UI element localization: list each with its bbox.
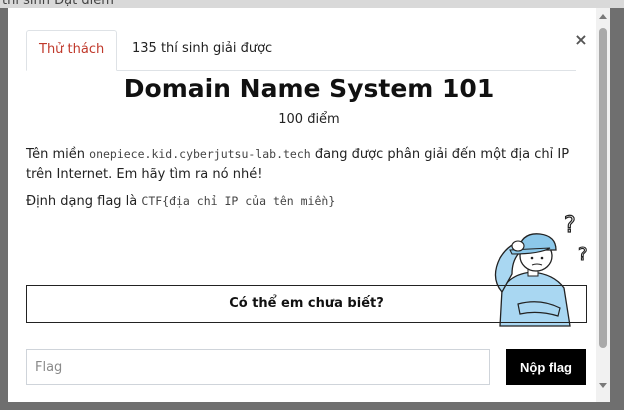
hint-button[interactable]: Có thể em chưa biết? <box>26 285 587 323</box>
scroll-down-icon[interactable] <box>599 383 607 388</box>
question-mark-icon: ? <box>578 244 588 265</box>
flag-format-code: CTF{địa chỉ IP của tên miền} <box>141 194 336 208</box>
challenge-title: Domain Name System 101 <box>123 74 495 103</box>
scroll-up-icon[interactable] <box>599 14 607 19</box>
description-prefix: Tên miền <box>26 147 90 162</box>
modal-tabs: Thử thách 135 thí sinh giải được <box>26 30 576 71</box>
submit-flag-button[interactable]: Nộp flag <box>506 349 586 385</box>
question-mark-icon: ? <box>564 213 576 238</box>
background-page-strip: thí sinh Đạt điểm <box>0 0 624 8</box>
challenge-points: 100 điểm <box>278 112 340 127</box>
flag-input[interactable] <box>26 349 490 385</box>
tab-challenge[interactable]: Thử thách <box>26 30 118 71</box>
tab-solvers[interactable]: 135 thí sinh giải được <box>120 30 284 69</box>
challenge-description: Tên miền onepiece.kid.cyberjutsu-lab.tec… <box>26 144 571 185</box>
scrollbar-thumb[interactable] <box>599 28 607 348</box>
flag-format: Định dạng flag là CTF{địa chỉ IP của tên… <box>26 194 335 209</box>
modal-scrollbar[interactable] <box>596 8 610 402</box>
challenge-modal: × Thử thách 135 thí sinh giải được Domai… <box>8 8 610 402</box>
flag-format-prefix: Định dạng flag là <box>26 194 142 209</box>
challenge-domain: onepiece.kid.cyberjutsu-lab.tech <box>89 147 311 161</box>
background-page-text: thí sinh Đạt điểm <box>2 0 114 8</box>
